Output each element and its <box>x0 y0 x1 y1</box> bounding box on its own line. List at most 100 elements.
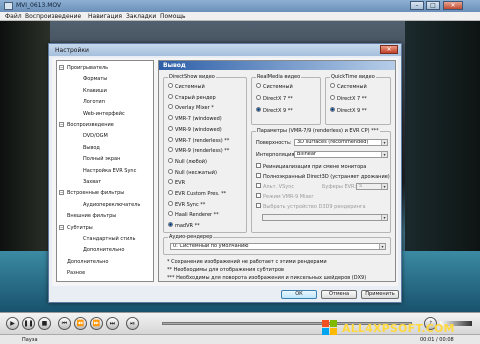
radio-option[interactable]: DirectX 9 ** <box>330 107 367 114</box>
pause-button[interactable]: ❚❚ <box>22 317 35 330</box>
play-button[interactable]: ▶ <box>6 317 19 330</box>
radio-option[interactable]: Null (несжатый) <box>168 168 217 176</box>
tree-item[interactable]: Дополнительно <box>83 247 124 253</box>
radio-button[interactable] <box>168 179 173 185</box>
radio-option[interactable]: Системный <box>256 83 293 90</box>
radio-option[interactable]: madVR ** <box>168 222 200 229</box>
vmr9-mixer-checkbox[interactable]: Режим VMR-9 Mixer <box>256 193 313 200</box>
radio-option[interactable]: EVR <box>168 179 185 186</box>
menu-navigate[interactable]: Навигация <box>88 13 122 20</box>
radio-button[interactable] <box>168 115 173 121</box>
radio-button[interactable] <box>168 222 173 228</box>
radio-button[interactable] <box>168 211 173 217</box>
tree-item[interactable]: Вывод <box>83 145 100 151</box>
tree-item[interactable]: Полный экран <box>83 156 120 162</box>
tree-item[interactable]: Захват <box>83 179 101 185</box>
menu-help[interactable]: Помощь <box>160 13 186 20</box>
tree-item[interactable]: − Субтитры <box>59 224 93 231</box>
radio-button[interactable] <box>168 125 173 131</box>
frame-step-button[interactable]: ⏯ <box>126 317 139 330</box>
tree-item[interactable]: Форматы <box>83 76 107 82</box>
radio-button[interactable] <box>168 157 173 163</box>
tree-expander-icon[interactable]: − <box>59 65 64 70</box>
tree-item[interactable]: Дополнительно <box>67 259 108 265</box>
menu-playback[interactable]: Воспроизведение <box>25 13 81 20</box>
minimize-button[interactable]: – <box>410 1 424 10</box>
radio-option[interactable]: DirectX 9 ** <box>256 107 293 114</box>
settings-tree[interactable]: − Проигрыватель Форматы Клавиши Логотип Web-и… <box>56 60 154 282</box>
radio-option[interactable]: Null (любой) <box>168 157 207 165</box>
ok-button[interactable]: ОК <box>281 290 317 299</box>
radio-option[interactable]: Overlay Mixer * <box>168 104 214 111</box>
tree-expander-icon[interactable]: − <box>59 122 64 127</box>
d3d-check-box[interactable] <box>256 173 261 178</box>
tree-expander-icon[interactable]: − <box>59 224 64 230</box>
radio-button[interactable] <box>256 107 261 112</box>
d3d9-device-select[interactable]: ▾ <box>262 214 388 221</box>
vsync-checkbox[interactable]: Альт. VSync <box>256 183 294 190</box>
menu-bookmarks[interactable]: Закладки <box>126 13 156 20</box>
radio-button[interactable] <box>168 147 173 153</box>
vmr9-check-box[interactable] <box>256 193 261 198</box>
tree-item[interactable]: − Проигрыватель <box>59 65 108 71</box>
radio-option[interactable]: DirectX 7 ** <box>256 95 293 102</box>
stop-button[interactable]: ■ <box>38 317 51 330</box>
reinit-check-box[interactable] <box>256 163 261 168</box>
radio-button[interactable] <box>256 83 261 88</box>
radio-option[interactable]: VMR-7 (renderless) ** <box>168 136 229 144</box>
d3d9-check-box[interactable] <box>256 203 261 208</box>
radio-option[interactable]: Haali Renderer ** <box>168 211 219 218</box>
radio-option[interactable]: Старый рендер <box>168 93 216 101</box>
tree-item[interactable]: − Встроенные фильтры <box>59 190 124 196</box>
radio-option[interactable]: EVR Sync ** <box>168 200 206 208</box>
reinit-checkbox[interactable]: Реинициализация при смене монитора <box>256 163 366 170</box>
radio-button[interactable] <box>168 104 173 110</box>
tree-item[interactable]: Внешние фильтры <box>67 213 116 219</box>
tree-item[interactable]: − Воспроизведение <box>59 122 114 128</box>
tree-item[interactable]: Аудиопереключатель <box>83 202 140 208</box>
d3d-fullscreen-checkbox[interactable]: Полноэкранный Direct3D (устраняет дрожан… <box>256 173 390 180</box>
radio-option[interactable]: DirectX 7 ** <box>330 95 367 102</box>
radio-label: EVR Sync ** <box>175 201 206 208</box>
cancel-button[interactable]: Отмена <box>321 290 357 299</box>
radio-option[interactable]: Системный <box>168 83 205 90</box>
forward-button[interactable]: ⏩ <box>90 317 103 330</box>
apply-button[interactable]: Применить <box>361 290 399 299</box>
radio-button[interactable] <box>330 95 335 100</box>
radio-option[interactable]: VMR-9 (renderless) ** <box>168 147 229 154</box>
radio-button[interactable] <box>168 83 173 88</box>
radio-button[interactable] <box>330 83 335 88</box>
buffers-select[interactable]: 5 ▾ <box>356 183 388 190</box>
rewind-button[interactable]: ⏪ <box>74 317 87 330</box>
tree-item[interactable]: Стандартный стиль <box>83 236 135 242</box>
radio-button[interactable] <box>168 190 173 195</box>
surface-select[interactable]: 3D surfaces (recommended) ▾ <box>294 139 388 146</box>
tree-expander-icon[interactable]: − <box>59 190 64 196</box>
tree-item[interactable]: Разное <box>67 270 85 276</box>
d3d9-device-checkbox[interactable]: Выбрать устройство D3D9 рендеринга <box>256 203 366 210</box>
radio-button[interactable] <box>168 168 173 174</box>
tree-item[interactable]: Настройка EVR Sync <box>83 168 136 174</box>
maximize-button[interactable]: □ <box>426 1 440 10</box>
tree-item[interactable]: DVD/OGM <box>83 133 108 139</box>
radio-button[interactable] <box>256 95 261 100</box>
menu-file[interactable]: Файл <box>5 13 22 20</box>
radio-button[interactable] <box>168 200 173 206</box>
close-button[interactable]: ✕ <box>443 1 463 10</box>
radio-option[interactable]: Системный <box>330 83 367 90</box>
tree-item[interactable]: Логотип <box>83 99 105 105</box>
vsync-check-box[interactable] <box>256 183 261 188</box>
radio-option[interactable]: VMR-9 (windowed) <box>168 125 222 133</box>
next-button[interactable]: ⏭ <box>106 317 119 330</box>
prev-button[interactable]: ⏮ <box>58 317 71 330</box>
audio-renderer-select[interactable]: 0: Системный по умолчанию ▾ <box>170 243 386 250</box>
radio-button[interactable] <box>330 107 335 112</box>
radio-option[interactable]: VMR-7 (windowed) <box>168 115 222 122</box>
interp-select[interactable]: Bilinear ▾ <box>294 151 388 158</box>
tree-item[interactable]: Web-интерфейс <box>83 111 125 117</box>
radio-button[interactable] <box>168 136 173 142</box>
radio-option[interactable]: EVR Custom Pres. ** <box>168 190 226 197</box>
dialog-close-button[interactable]: ✕ <box>380 45 398 54</box>
radio-button[interactable] <box>168 93 173 99</box>
tree-item[interactable]: Клавиши <box>83 88 107 94</box>
